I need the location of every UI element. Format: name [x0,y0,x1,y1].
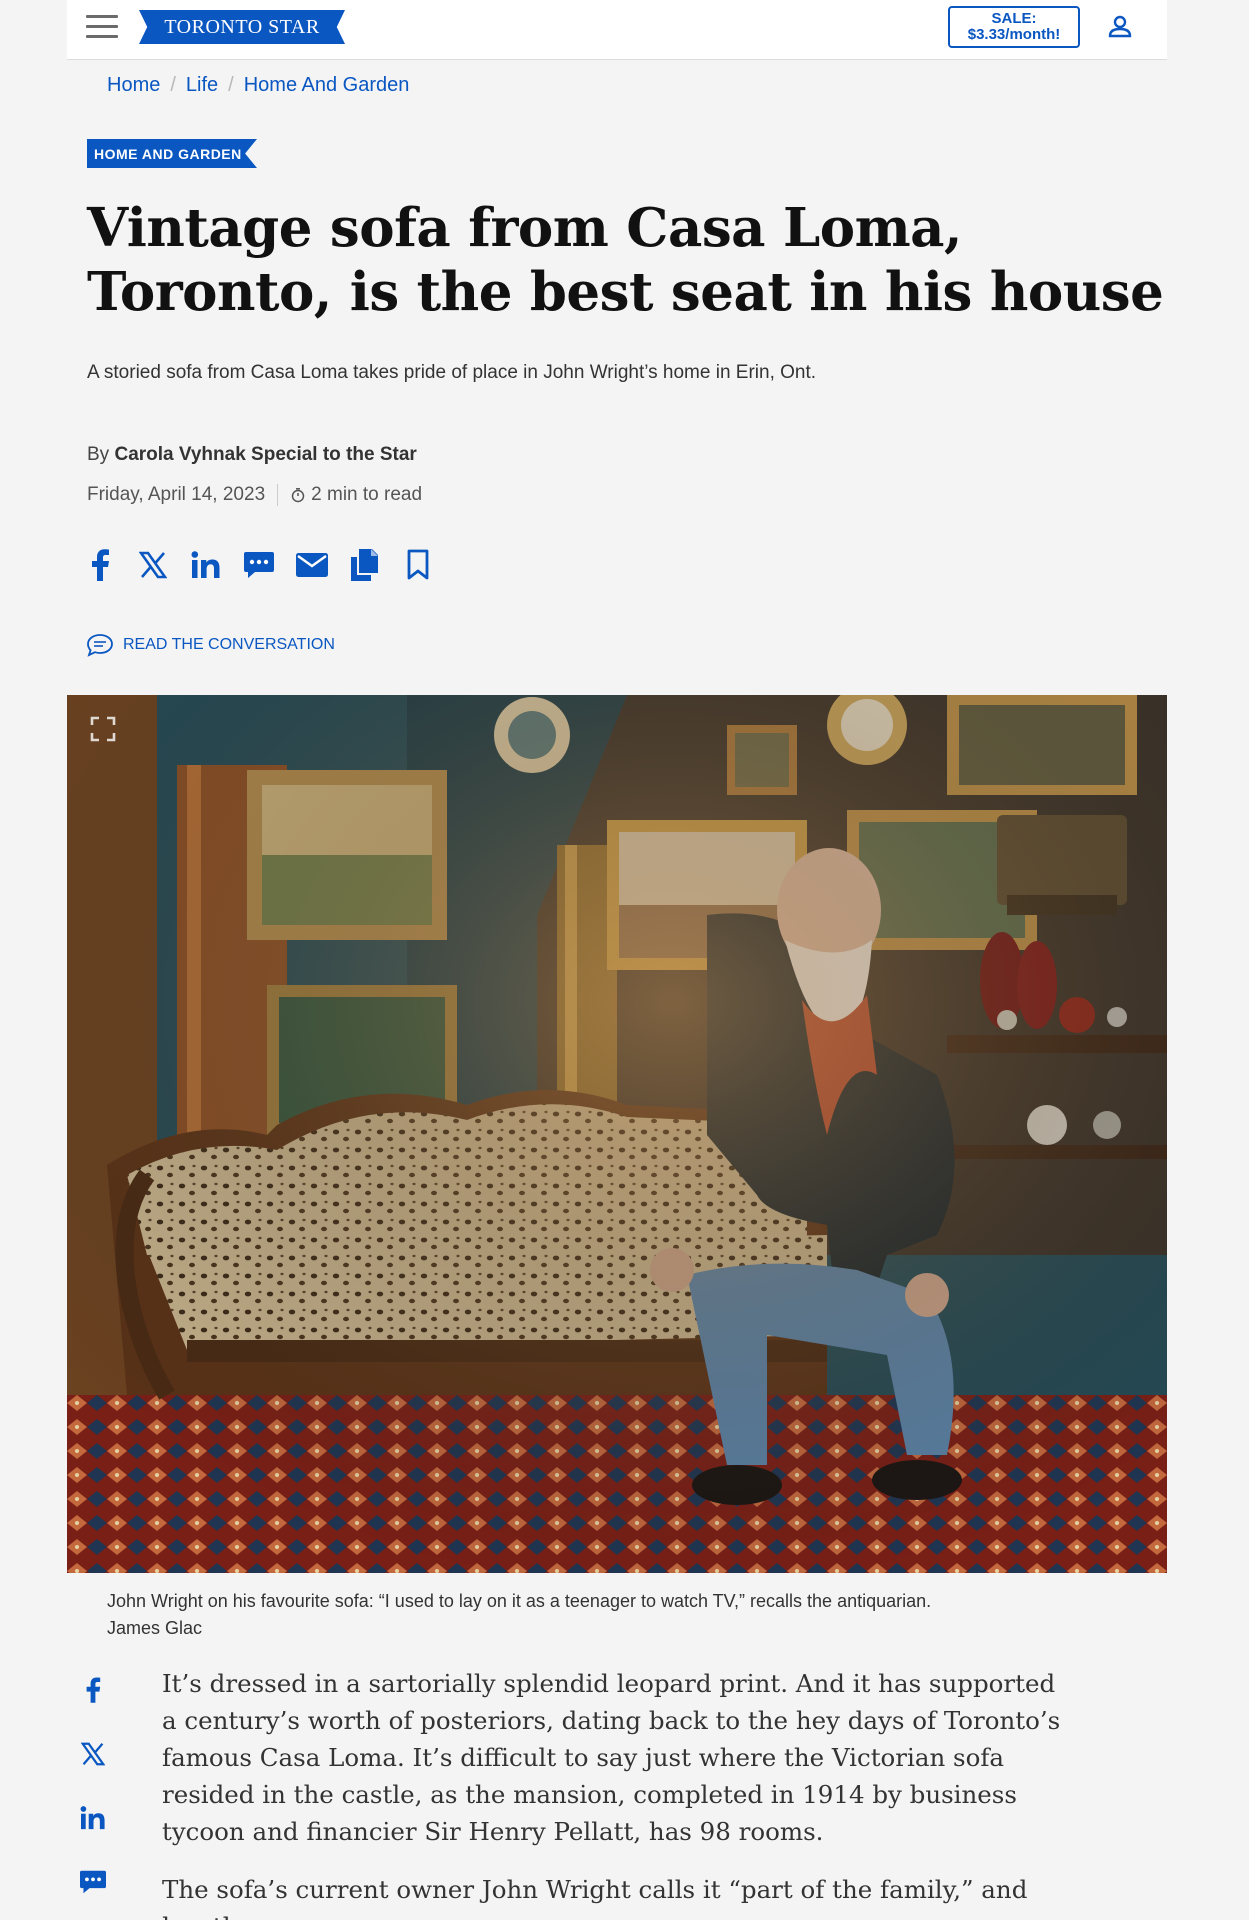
article-dek: A storied sofa from Casa Loma takes prid… [87,362,817,383]
toronto-star-logo[interactable]: TORONTO STAR [139,10,345,44]
facebook-icon[interactable] [78,1676,108,1704]
expand-icon[interactable] [89,715,117,743]
breadcrumb: Home / Life / Home And Garden [107,74,409,97]
share-toolbar [84,548,434,582]
byline: By Carola Vyhnak Special to the Star [87,444,417,466]
chat-bubble-icon [87,634,113,657]
menu-icon[interactable] [86,15,118,39]
dateline-divider [277,484,279,506]
article-headline: Vintage sofa from Casa Loma, Toronto, is… [87,197,1164,323]
article-paragraph: It’s dressed in a sartorially splendid l… [162,1669,1061,1846]
photo-caption: John Wright on his favourite sofa: “I us… [107,1588,1087,1642]
timer-icon [291,488,305,503]
publish-date: Friday, April 14, 2023 [87,484,266,505]
subscribe-sale-button[interactable]: SALE: $3.33/month! [948,6,1080,48]
breadcrumb-separator: / [228,74,234,96]
read-conversation-label: READ THE CONVERSATION [123,636,335,653]
user-account-icon[interactable] [1107,14,1133,40]
breadcrumb-home-and-garden[interactable]: Home And Garden [244,74,410,97]
section-tag[interactable]: HOME AND GARDEN [87,139,257,168]
byline-prefix: By [87,444,110,465]
comment-icon[interactable] [78,1868,108,1896]
comment-icon[interactable] [243,548,275,582]
x-icon[interactable] [137,548,169,582]
x-icon[interactable] [78,1740,108,1768]
byline-author[interactable]: Carola Vyhnak Special to the Star [114,444,416,465]
article-paragraph: The sofa’s current owner John Wright cal… [162,1875,1028,1920]
article-hero-photo[interactable] [67,695,1167,1573]
article-body: It’s dressed in a sartorially splendid l… [162,1665,1062,1920]
breadcrumb-home[interactable]: Home [107,74,160,97]
top-navigation-bar: TORONTO STAR SALE: $3.33/month! [67,0,1167,60]
sale-label: SALE: [991,10,1037,27]
photo-credit: James Glac [107,1618,203,1638]
caption-text: John Wright on his favourite sofa: “I us… [107,1591,932,1611]
side-share-column [78,1676,108,1896]
bookmark-icon[interactable] [402,548,434,582]
linkedin-icon[interactable] [190,548,222,582]
linkedin-icon[interactable] [78,1804,108,1832]
dateline: Friday, April 14, 2023 2 min to read [87,484,422,506]
breadcrumb-life[interactable]: Life [186,74,218,97]
copy-icon[interactable] [349,548,381,582]
photo-illustration [67,695,1167,1573]
email-icon[interactable] [296,548,328,582]
breadcrumb-separator: / [170,74,176,96]
read-conversation-link[interactable]: READ THE CONVERSATION [86,633,335,657]
sale-price: $3.33/month! [967,26,1061,43]
read-time: 2 min to read [311,484,423,505]
facebook-icon[interactable] [84,548,116,582]
